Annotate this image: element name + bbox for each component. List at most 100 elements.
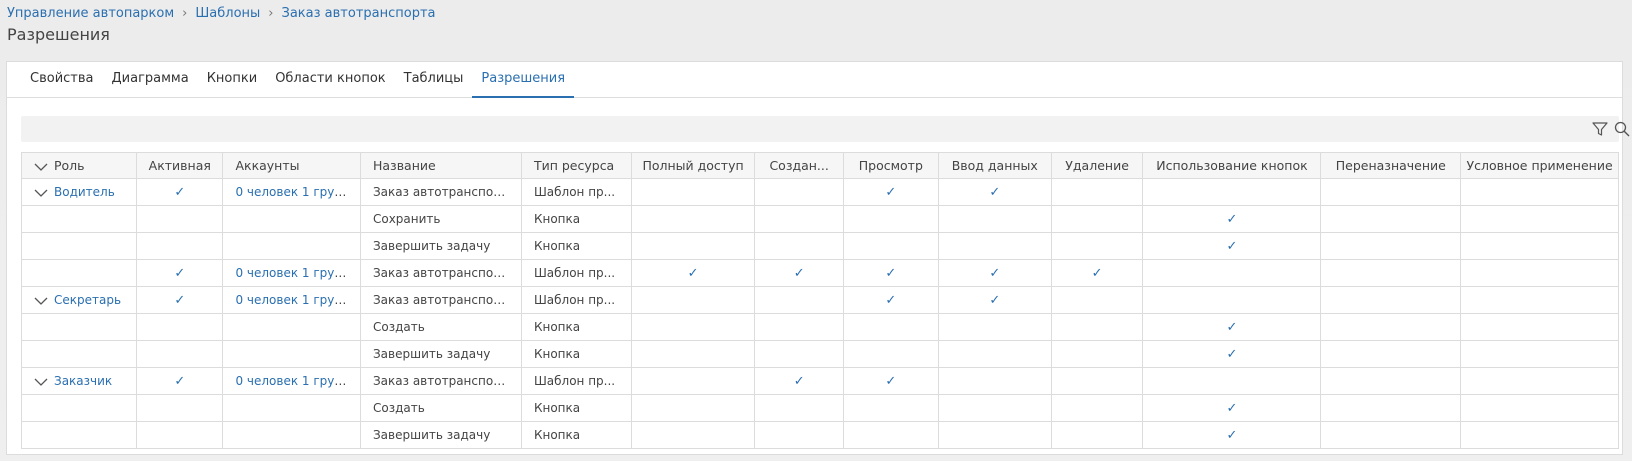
button-usage-cell[interactable] — [1142, 259, 1322, 287]
role-link[interactable]: Водитель — [54, 185, 115, 199]
data-entry-cell[interactable] — [937, 232, 1052, 260]
table-row[interactable]: Создать Кнопка ✓ — [21, 394, 1619, 422]
data-entry-cell[interactable] — [937, 205, 1052, 233]
view-cell[interactable] — [842, 421, 939, 449]
view-cell[interactable]: ✓ — [842, 259, 939, 287]
conditional-cell[interactable] — [1460, 421, 1619, 449]
tab-properties[interactable]: Свойства — [21, 62, 103, 98]
reassign-cell[interactable] — [1320, 232, 1462, 260]
full-access-cell[interactable] — [630, 340, 756, 368]
accounts-link[interactable]: 0 человек 1 группа — [235, 374, 357, 388]
view-cell[interactable]: ✓ — [842, 178, 939, 206]
column-header-delete[interactable]: Удаление — [1050, 152, 1144, 179]
breadcrumb-templates[interactable]: Шаблоны — [195, 6, 260, 21]
reassign-cell[interactable] — [1320, 286, 1462, 314]
table-row[interactable]: ✓ 0 человек 1 группа Заказ автотранспорта Ш… — [21, 259, 1619, 287]
full-access-cell[interactable] — [630, 232, 756, 260]
reassign-cell[interactable] — [1320, 205, 1462, 233]
accounts-link[interactable]: 0 человек 1 группа — [235, 185, 357, 199]
full-access-cell[interactable] — [630, 394, 756, 422]
active-cell[interactable]: ✓ — [136, 286, 224, 314]
tab-tables[interactable]: Таблицы — [395, 62, 473, 98]
reassign-cell[interactable] — [1320, 394, 1462, 422]
delete-cell[interactable] — [1050, 367, 1144, 395]
chevron-down-icon[interactable] — [34, 377, 48, 387]
full-access-cell[interactable]: ✓ — [630, 259, 756, 287]
delete-cell[interactable] — [1050, 421, 1144, 449]
tab-permissions[interactable]: Разрешения — [472, 62, 575, 98]
data-entry-cell[interactable] — [937, 313, 1052, 341]
create-cell[interactable] — [754, 340, 844, 368]
create-cell[interactable] — [754, 205, 844, 233]
column-header-role[interactable]: Роль — [21, 152, 138, 179]
search-icon[interactable] — [1613, 120, 1631, 138]
column-header-button-usage[interactable]: Использование кнопок — [1142, 152, 1322, 179]
conditional-cell[interactable] — [1460, 232, 1619, 260]
table-row[interactable]: Водитель ✓ 0 человек 1 группа Заказ автотра… — [21, 178, 1619, 206]
delete-cell[interactable] — [1050, 340, 1144, 368]
table-row[interactable]: Завершить задачу Кнопка ✓ — [21, 340, 1619, 368]
reassign-cell[interactable] — [1320, 178, 1462, 206]
view-cell[interactable]: ✓ — [842, 367, 939, 395]
active-cell[interactable]: ✓ — [136, 178, 224, 206]
column-header-accounts[interactable]: Аккаунты — [222, 152, 361, 179]
data-entry-cell[interactable]: ✓ — [937, 259, 1052, 287]
table-row[interactable]: Сохранить Кнопка ✓ — [21, 205, 1619, 233]
chevron-down-icon[interactable] — [34, 296, 48, 306]
delete-cell[interactable] — [1050, 232, 1144, 260]
column-header-reassign[interactable]: Переназначение — [1320, 152, 1462, 179]
role-link[interactable]: Заказчик — [54, 374, 112, 388]
conditional-cell[interactable] — [1460, 178, 1619, 206]
active-cell[interactable]: ✓ — [136, 367, 224, 395]
chevron-down-icon[interactable] — [34, 162, 48, 172]
filter-icon[interactable] — [1591, 120, 1609, 138]
delete-cell[interactable] — [1050, 313, 1144, 341]
full-access-cell[interactable] — [630, 367, 756, 395]
active-cell[interactable] — [136, 205, 224, 233]
accounts-link[interactable]: 0 человек 1 группа — [235, 266, 357, 280]
table-row[interactable]: Завершить задачу Кнопка ✓ — [21, 232, 1619, 260]
delete-cell[interactable] — [1050, 178, 1144, 206]
button-usage-cell[interactable]: ✓ — [1142, 205, 1322, 233]
reassign-cell[interactable] — [1320, 313, 1462, 341]
column-header-name[interactable]: Название — [359, 152, 522, 179]
reassign-cell[interactable] — [1320, 367, 1462, 395]
button-usage-cell[interactable] — [1142, 286, 1322, 314]
conditional-cell[interactable] — [1460, 394, 1619, 422]
button-usage-cell[interactable]: ✓ — [1142, 340, 1322, 368]
chevron-down-icon[interactable] — [34, 188, 48, 198]
full-access-cell[interactable] — [630, 313, 756, 341]
full-access-cell[interactable] — [630, 421, 756, 449]
data-entry-cell[interactable] — [937, 340, 1052, 368]
data-entry-cell[interactable]: ✓ — [937, 286, 1052, 314]
tab-diagram[interactable]: Диаграмма — [103, 62, 198, 98]
data-entry-cell[interactable] — [937, 421, 1052, 449]
breadcrumb-vehicle-order[interactable]: Заказ автотранспорта — [282, 6, 436, 21]
create-cell[interactable]: ✓ — [754, 259, 844, 287]
active-cell[interactable]: ✓ — [136, 259, 224, 287]
conditional-cell[interactable] — [1460, 259, 1619, 287]
column-header-full-access[interactable]: Полный доступ — [630, 152, 756, 179]
active-cell[interactable] — [136, 340, 224, 368]
tab-buttons[interactable]: Кнопки — [198, 62, 266, 98]
column-header-data-entry[interactable]: Ввод данных — [937, 152, 1052, 179]
create-cell[interactable] — [754, 232, 844, 260]
conditional-cell[interactable] — [1460, 367, 1619, 395]
full-access-cell[interactable] — [630, 178, 756, 206]
delete-cell[interactable] — [1050, 286, 1144, 314]
breadcrumb-fleet-management[interactable]: Управление автопарком — [7, 6, 174, 21]
view-cell[interactable] — [842, 232, 939, 260]
create-cell[interactable]: ✓ — [754, 367, 844, 395]
view-cell[interactable] — [842, 205, 939, 233]
reassign-cell[interactable] — [1320, 259, 1462, 287]
data-entry-cell[interactable] — [937, 394, 1052, 422]
reassign-cell[interactable] — [1320, 340, 1462, 368]
delete-cell[interactable] — [1050, 205, 1144, 233]
conditional-cell[interactable] — [1460, 286, 1619, 314]
table-row[interactable]: Создать Кнопка ✓ — [21, 313, 1619, 341]
active-cell[interactable] — [136, 313, 224, 341]
button-usage-cell[interactable] — [1142, 178, 1322, 206]
full-access-cell[interactable] — [630, 286, 756, 314]
table-row[interactable]: Секретарь ✓ 0 человек 1 группа Заказ автотр… — [21, 286, 1619, 314]
button-usage-cell[interactable]: ✓ — [1142, 232, 1322, 260]
